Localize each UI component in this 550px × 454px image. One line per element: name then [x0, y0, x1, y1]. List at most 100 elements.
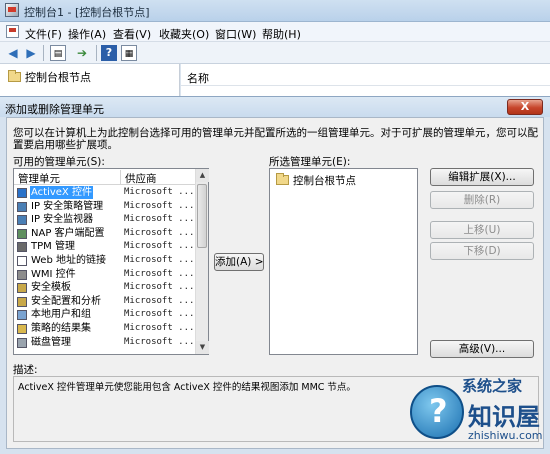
snapin-name: TPM 管理 — [31, 241, 75, 253]
help-icon[interactable]: ? — [101, 45, 117, 61]
description-text: ActiveX 控件管理单元使您能用包含 ActiveX 控件的结果视图添加 M… — [18, 382, 356, 393]
window-title: 控制台1 - [控制台根节点] — [24, 6, 150, 19]
properties-icon[interactable]: ▦ — [121, 45, 137, 61]
toolbar: ◀ ▶ ▤ ➔ ? ▦ — [0, 42, 550, 64]
menu-favorites[interactable]: 收藏夹(O) — [159, 26, 209, 42]
list-item[interactable]: 安全配置和分析 Microsoft ... — [14, 295, 195, 309]
close-icon[interactable]: X — [507, 99, 543, 115]
remove-button[interactable]: 删除(R) — [430, 191, 534, 209]
snapin-vendor: Microsoft ... — [124, 309, 195, 320]
lightbulb-icon: ? — [410, 385, 464, 439]
snapin-name: 本地用户和组 — [31, 309, 91, 321]
description-label: 描述: — [13, 364, 38, 376]
tree-root-node[interactable]: 控制台根节点 — [8, 69, 91, 85]
move-up-button[interactable]: 上移(U) — [430, 221, 534, 239]
back-arrow-icon[interactable]: ◀ — [5, 45, 21, 61]
results-pane: 名称 — [181, 64, 550, 96]
forward-arrow-icon[interactable]: ▶ — [23, 45, 39, 61]
list-item[interactable]: WMI 控件 Microsoft ... — [14, 268, 195, 282]
list-item[interactable]: 本地用户和组 Microsoft ... — [14, 308, 195, 322]
policy-results-icon — [17, 323, 27, 334]
list-item[interactable]: NAP 客户端配置 Microsoft ... — [14, 227, 195, 241]
toolbar-separator — [43, 45, 44, 61]
tree-root-label: 控制台根节点 — [25, 71, 91, 84]
dialog-title: 添加或删除管理单元 — [5, 103, 104, 116]
name-column-header[interactable]: 名称 — [187, 70, 209, 86]
list-item[interactable]: 安全模板 Microsoft ... — [14, 281, 195, 295]
console-doc-icon[interactable] — [6, 25, 19, 38]
snapin-name: NAP 客户端配置 — [31, 227, 105, 239]
list-item[interactable]: 磁盘管理 Microsoft ... — [14, 336, 195, 350]
list-item[interactable]: IP 安全监视器 Microsoft ... — [14, 213, 195, 227]
vendor-column-header[interactable]: 供应商 — [125, 171, 157, 186]
add-button[interactable]: 添加(A) > — [214, 253, 264, 271]
disk-management-icon — [17, 337, 27, 348]
folder-icon — [8, 70, 21, 82]
ip-policy-icon — [17, 201, 27, 212]
snapin-vendor: Microsoft ... — [124, 241, 195, 252]
scroll-up-icon[interactable]: ▲ — [196, 169, 209, 182]
snapin-name: ActiveX 控件 — [30, 186, 93, 199]
snapin-vendor: Microsoft ... — [124, 322, 195, 333]
users-groups-icon — [17, 310, 27, 321]
nap-client-icon — [17, 228, 27, 239]
menu-file[interactable]: 文件(F) — [25, 26, 62, 42]
menu-action[interactable]: 操作(A) — [68, 26, 106, 42]
selected-item-label: 控制台根节点 — [293, 175, 356, 187]
snapin-vendor: Microsoft ... — [124, 214, 195, 225]
list-header: 管理单元 供应商 — [14, 169, 195, 185]
watermark-line2: 知识屋 — [468, 403, 540, 431]
scroll-thumb[interactable] — [197, 184, 207, 248]
snapin-name: 安全模板 — [31, 282, 71, 294]
security-template-icon — [17, 283, 27, 294]
security-config-icon — [17, 296, 27, 307]
list-item[interactable]: 策略的结果集 Microsoft ... — [14, 322, 195, 336]
menu-window[interactable]: 窗口(W) — [215, 26, 256, 42]
show-hide-tree-icon[interactable]: ▤ — [50, 45, 66, 61]
vertical-scrollbar[interactable]: ▲ ▼ — [195, 169, 209, 354]
edit-extensions-button[interactable]: 编辑扩展(X)... — [430, 168, 534, 186]
watermark-logo: ? 系统之家 知识屋 zhishiwu.com — [410, 373, 548, 451]
column-divider[interactable] — [120, 170, 121, 184]
tpm-chip-icon — [17, 242, 27, 253]
web-link-icon — [17, 255, 27, 266]
available-snapins-label: 可用的管理单元(S): — [13, 156, 105, 168]
activex-icon — [17, 188, 27, 198]
selected-snapins-label: 所选管理单元(E): — [269, 156, 351, 168]
ip-monitor-icon — [17, 215, 27, 226]
snapin-vendor: Microsoft ... — [124, 187, 195, 197]
console-tree-pane: 控制台根节点 — [0, 64, 180, 96]
folder-icon — [276, 173, 289, 185]
toolbar-separator — [96, 45, 97, 61]
advanced-button[interactable]: 高级(V)... — [430, 340, 534, 358]
list-item[interactable]: Web 地址的链接 Microsoft ... — [14, 254, 195, 268]
scroll-down-icon[interactable]: ▼ — [196, 341, 209, 354]
export-list-icon[interactable]: ➔ — [74, 45, 90, 61]
snapin-vendor: Microsoft ... — [124, 295, 195, 306]
snapin-name: Web 地址的链接 — [31, 254, 106, 266]
snapin-name: 策略的结果集 — [31, 322, 91, 334]
snapin-vendor: Microsoft ... — [124, 268, 195, 279]
list-item[interactable]: 控制台根节点 — [276, 173, 356, 188]
menu-help[interactable]: 帮助(H) — [262, 26, 301, 42]
snapin-vendor: Microsoft ... — [124, 227, 195, 238]
list-item[interactable]: TPM 管理 Microsoft ... — [14, 240, 195, 254]
snapin-vendor: Microsoft ... — [124, 254, 195, 265]
list-item[interactable]: ActiveX 控件 Microsoft ... — [14, 186, 195, 200]
menu-view[interactable]: 查看(V) — [113, 26, 151, 42]
snapin-rows: ActiveX 控件 Microsoft ... IP 安全策略管理 Microso… — [14, 186, 195, 354]
move-down-button[interactable]: 下移(D) — [430, 242, 534, 260]
selected-snapins-list[interactable]: 控制台根节点 — [269, 168, 418, 355]
available-snapins-list[interactable]: 管理单元 供应商 ActiveX 控件 Microsoft ... IP 安全策略… — [13, 168, 209, 355]
snapin-vendor: Microsoft ... — [124, 282, 195, 293]
dialog-title-bar: 添加或删除管理单元 X — [0, 97, 550, 117]
snapin-name: WMI 控件 — [31, 268, 76, 280]
snapin-name: 磁盘管理 — [31, 336, 71, 348]
watermark-url: zhishiwu.com — [468, 429, 543, 442]
intro-text: 您可以在计算机上为此控制台选择可用的管理单元并配置所选的一组管理单元。对于可扩展… — [13, 127, 538, 151]
snapin-vendor: Microsoft ... — [124, 200, 195, 211]
menu-bar: 文件(F) 操作(A) 查看(V) 收藏夹(O) 窗口(W) 帮助(H) — [0, 22, 550, 42]
list-item[interactable]: IP 安全策略管理 Microsoft ... — [14, 200, 195, 214]
snapin-column-header[interactable]: 管理单元 — [18, 171, 60, 186]
mmc-app-icon — [5, 3, 19, 17]
